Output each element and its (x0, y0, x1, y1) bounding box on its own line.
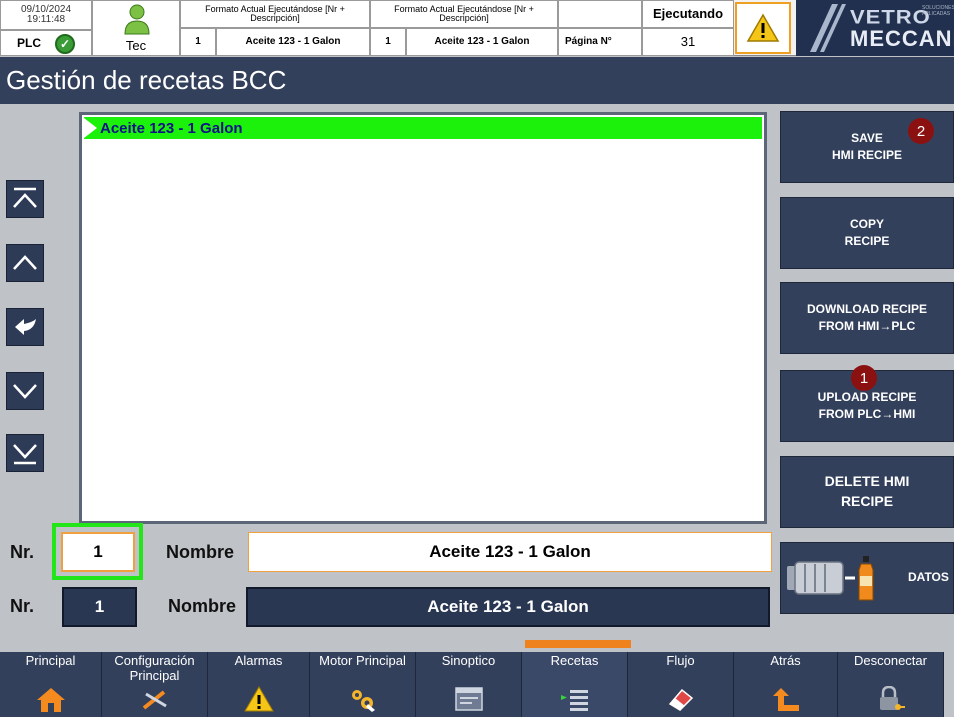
selected-arrow-icon (84, 118, 97, 138)
nr-label-plc: Nr. (10, 596, 35, 616)
back-arrow-icon (772, 688, 799, 711)
menu-alarmas[interactable]: Alarmas (208, 652, 310, 717)
copy-recipe-button[interactable]: COPY RECIPE (780, 197, 954, 269)
menu-flujo[interactable]: Flujo (628, 652, 734, 717)
menu-label: Recetas (550, 653, 599, 668)
name-label-hmi: Nombre (166, 542, 235, 562)
active-tab-indicator (525, 640, 631, 648)
menu-label: Flujo (666, 653, 695, 668)
list-icon (560, 690, 588, 711)
format1-nr: 1 (180, 28, 216, 56)
plc-recipe-number: 1 (62, 587, 137, 627)
enter-arrow-icon (15, 319, 36, 335)
name-label-plc: Nombre (168, 596, 237, 616)
chevron-up-icon (13, 255, 37, 270)
enter-selection-button[interactable] (6, 308, 44, 346)
logo-mark-icon (810, 4, 846, 52)
menu-label: Principal (25, 653, 76, 668)
last-item-icon (13, 444, 37, 465)
menu-label: Atrás (770, 653, 801, 668)
delete-hmi-recipe-button[interactable]: DELETE HMI RECIPE (780, 456, 954, 528)
menu-configuracion-principal[interactable]: Configuración Principal (102, 652, 208, 717)
eraser-icon (668, 688, 693, 711)
alarm-indicator-button[interactable] (735, 2, 791, 54)
format-title-2: Formato Actual Ejecutándose [Nr + Descri… (370, 0, 558, 28)
user-name: Tec (125, 38, 147, 54)
menu-atras[interactable]: Atrás (734, 652, 838, 717)
format2-desc: Aceite 123 - 1 Galon (406, 28, 558, 56)
menu-desconectar[interactable]: Desconectar (838, 652, 944, 717)
user-icon (124, 4, 150, 35)
user-button[interactable]: Tec (92, 0, 180, 56)
first-item-icon (13, 187, 37, 208)
tools-icon (142, 690, 167, 710)
page-number: 31 (642, 28, 734, 56)
list-item[interactable]: Aceite 123 - 1 Galon (84, 117, 762, 139)
header-blank-cell (558, 0, 642, 28)
window-icon (454, 687, 483, 711)
time-text: 19:11:48 (26, 14, 66, 25)
menu-sinoptico[interactable]: Sinoptico (416, 652, 522, 717)
step-badge-1: 1 (851, 365, 877, 391)
menu-label: Desconectar (854, 653, 927, 668)
scroll-up-button[interactable] (6, 244, 44, 282)
format1-desc: Aceite 123 - 1 Galon (216, 28, 370, 56)
machine-status: Ejecutando (642, 0, 734, 28)
gears-icon (351, 690, 375, 712)
plc-label: PLC (17, 35, 41, 50)
download-recipe-button[interactable]: DOWNLOAD RECIPE FROM HMI→PLC (780, 282, 954, 354)
format-title-1: Formato Actual Ejecutándose [Nr + Descri… (180, 0, 370, 28)
datos-label: DATOS (908, 570, 949, 584)
scroll-bottom-button[interactable] (6, 434, 44, 472)
recipe-name: Aceite 123 - 1 Galon (100, 119, 243, 137)
plc-status: PLC ✓ (0, 30, 92, 56)
header-bar: 09/10/2024 19:11:48 PLC ✓ Tec Formato Ac… (0, 0, 954, 56)
page-label: Página N° (558, 28, 642, 56)
logo-tagline: SOLUCIONES APLICADAS (922, 5, 954, 17)
scroll-top-button[interactable] (6, 180, 44, 218)
check-icon: ✓ (55, 34, 75, 54)
format2-nr: 1 (370, 28, 406, 56)
nr-label-hmi: Nr. (10, 542, 35, 562)
warning-icon (243, 686, 274, 712)
menu-label: Sinoptico (441, 653, 496, 668)
recipe-number-input[interactable]: 1 (61, 532, 135, 572)
home-icon (36, 688, 65, 712)
recipe-name-input[interactable]: Aceite 123 - 1 Galon (248, 532, 772, 572)
menu-label: Alarmas (234, 653, 283, 668)
menu-principal[interactable]: Principal (0, 652, 102, 717)
lock-key-icon (879, 686, 905, 710)
company-logo: VETRO SOLUCIONES APLICADAS MECCANICA (796, 0, 954, 56)
logo-text-bottom: MECCANICA (850, 26, 954, 51)
menu-recetas[interactable]: Recetas (522, 652, 628, 717)
page-title: Gestión de recetas BCC (0, 57, 954, 104)
step-badge-2: 2 (908, 118, 934, 144)
datetime-display: 09/10/2024 19:11:48 (0, 0, 92, 30)
recipe-list[interactable]: Aceite 123 - 1 Galon (79, 112, 767, 524)
menu-label: Motor Principal (319, 653, 406, 668)
menu-label: Configuración Principal (114, 653, 195, 683)
scroll-down-button[interactable] (6, 372, 44, 410)
machine-bottle-icon (787, 556, 874, 601)
warning-icon (746, 13, 780, 42)
chevron-down-icon (13, 384, 37, 399)
plc-recipe-name: Aceite 123 - 1 Galon (246, 587, 770, 627)
menu-motor-principal[interactable]: Motor Principal (310, 652, 416, 717)
